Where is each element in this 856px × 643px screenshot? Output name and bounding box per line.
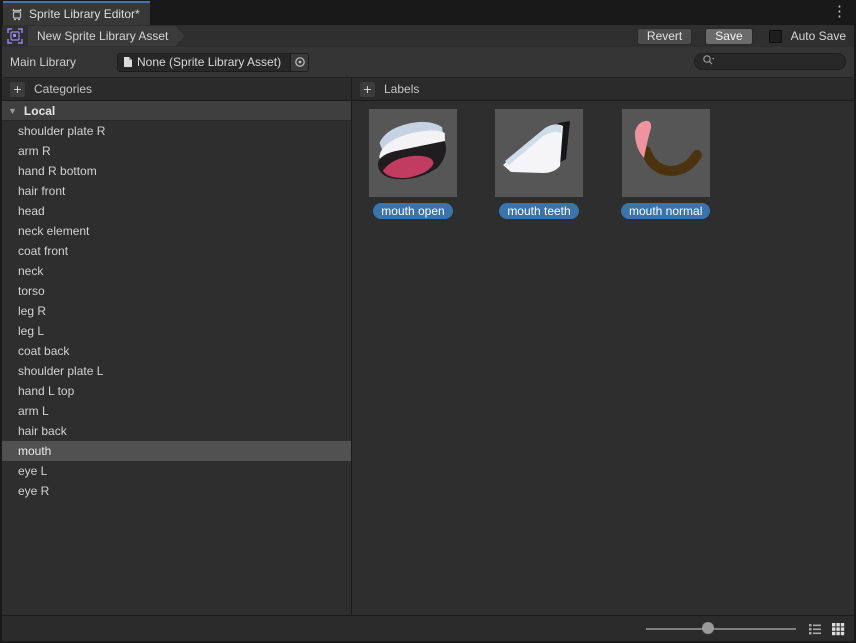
auto-save-label: Auto Save — [791, 29, 846, 43]
auto-save-checkbox[interactable] — [769, 30, 782, 43]
category-row[interactable]: shoulder plate L — [2, 361, 351, 381]
kebab-menu-icon[interactable]: ⋮ — [832, 2, 847, 22]
search-field[interactable] — [694, 53, 846, 70]
category-row[interactable]: torso — [2, 281, 351, 301]
category-row[interactable]: neck — [2, 261, 351, 281]
category-row-label: shoulder plate L — [18, 364, 103, 378]
category-row-label: eye L — [18, 464, 47, 478]
category-row-label: arm L — [18, 404, 49, 418]
main-library-label: Main Library — [10, 55, 117, 69]
category-row[interactable]: neck element — [2, 221, 351, 241]
panel-headers: + Categories + Labels — [2, 77, 854, 101]
category-row[interactable]: arm R — [2, 141, 351, 161]
label-item: mouth normal — [621, 109, 710, 219]
main-library-object-field[interactable]: None (Sprite Library Asset) — [117, 53, 309, 72]
main-library-row: Main Library None (Sprite Library Asset) — [2, 47, 854, 77]
labels-header: + Labels — [352, 78, 419, 100]
library-icon — [10, 7, 24, 21]
add-category-button[interactable]: + — [9, 81, 26, 98]
label-pill[interactable]: mouth teeth — [499, 203, 578, 219]
local-foldout[interactable]: ▼ Local — [2, 101, 351, 121]
category-row-label: leg L — [18, 324, 44, 338]
sprite-library-editor-window: Sprite Library Editor* ⋮ New Sprite Libr… — [0, 0, 856, 643]
category-row-label: coat back — [18, 344, 69, 358]
search-input[interactable] — [718, 56, 838, 68]
category-row-label: neck element — [18, 224, 89, 238]
category-row[interactable]: coat back — [2, 341, 351, 361]
category-row-label: leg R — [18, 304, 46, 318]
sprite-thumbnail-mouth-normal[interactable] — [622, 109, 710, 197]
category-row[interactable]: head — [2, 201, 351, 221]
sprite-library-asset-icon — [6, 28, 24, 44]
categories-panel: ▼ Local shoulder plate R arm R hand R bo… — [2, 101, 352, 615]
category-row[interactable]: leg L — [2, 321, 351, 341]
save-button[interactable]: Save — [705, 28, 752, 45]
sprite-thumbnail-mouth-open[interactable] — [369, 109, 457, 197]
label-item: mouth open — [369, 109, 457, 219]
category-row-label: shoulder plate R — [18, 124, 105, 138]
zoom-slider-track — [646, 628, 796, 630]
label-pill[interactable]: mouth open — [373, 203, 452, 219]
category-row[interactable]: eye R — [2, 481, 351, 501]
category-row-label: neck — [18, 264, 43, 278]
object-field-value: None (Sprite Library Asset) — [137, 55, 290, 69]
category-row[interactable]: arm L — [2, 401, 351, 421]
breadcrumb-label: New Sprite Library Asset — [37, 29, 168, 43]
foldout-triangle-icon: ▼ — [8, 106, 17, 116]
object-picker-icon[interactable] — [290, 54, 308, 71]
categories-header-label: Categories — [34, 82, 92, 96]
zoom-slider-thumb[interactable] — [702, 622, 714, 634]
category-row-label: arm R — [18, 144, 51, 158]
zoom-slider[interactable] — [646, 616, 796, 642]
category-row[interactable]: mouth — [2, 441, 351, 461]
category-row-label: hair back — [18, 424, 67, 438]
category-row[interactable]: leg R — [2, 301, 351, 321]
content-area: ▼ Local shoulder plate R arm R hand R bo… — [2, 101, 854, 615]
category-row-label: mouth — [18, 444, 51, 458]
category-row[interactable]: hand L top — [2, 381, 351, 401]
tab-bar: Sprite Library Editor* ⋮ — [2, 0, 854, 25]
category-row[interactable]: hand R bottom — [2, 161, 351, 181]
category-row-label: coat front — [18, 244, 68, 258]
revert-button[interactable]: Revert — [637, 28, 692, 45]
category-row[interactable]: hair back — [2, 421, 351, 441]
tab-sprite-library-editor[interactable]: Sprite Library Editor* — [3, 1, 150, 25]
search-icon — [702, 54, 715, 69]
category-row[interactable]: shoulder plate R — [2, 121, 351, 141]
category-row-label: torso — [18, 284, 45, 298]
toolbar: New Sprite Library Asset Revert Save Aut… — [2, 25, 854, 47]
list-view-icon[interactable] — [807, 621, 823, 637]
category-list: shoulder plate R arm R hand R bottom hai… — [2, 121, 351, 501]
categories-header: + Categories — [2, 78, 352, 100]
category-row-label: head — [18, 204, 45, 218]
label-pill[interactable]: mouth normal — [621, 203, 710, 219]
label-item: mouth teeth — [495, 109, 583, 219]
breadcrumb[interactable]: New Sprite Library Asset — [28, 26, 184, 46]
tab-title: Sprite Library Editor* — [29, 7, 140, 21]
labels-header-label: Labels — [384, 82, 419, 96]
category-row-label: hand L top — [18, 384, 74, 398]
category-row[interactable]: hair front — [2, 181, 351, 201]
category-row-label: hand R bottom — [18, 164, 97, 178]
category-row-label: eye R — [18, 484, 49, 498]
sprite-thumbnail-mouth-teeth[interactable] — [495, 109, 583, 197]
labels-panel: mouth open mouth teeth — [352, 101, 854, 615]
category-row-label: hair front — [18, 184, 65, 198]
add-label-button[interactable]: + — [359, 81, 376, 98]
grid-view-icon[interactable] — [830, 621, 846, 637]
category-row[interactable]: eye L — [2, 461, 351, 481]
category-row[interactable]: coat front — [2, 241, 351, 261]
asset-file-icon — [123, 56, 133, 68]
local-group-label: Local — [24, 104, 55, 118]
footer-bar — [2, 615, 854, 641]
